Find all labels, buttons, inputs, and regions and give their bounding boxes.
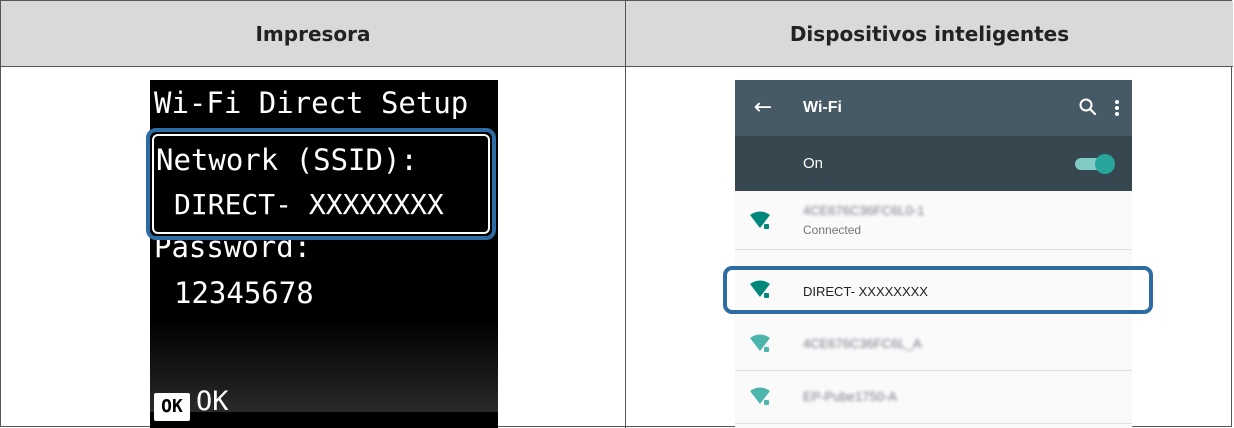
direct-network-highlight [723,266,1153,314]
network-status: Connected [803,223,862,237]
network-name: 4CE676C36FC6L0-1 [803,203,925,218]
arrow-left-icon[interactable]: ← [749,94,777,122]
lcd-ok-label: OK [196,386,229,417]
wifi-signal-icon [750,334,770,352]
header-smart-devices: Dispositivos inteligentes [789,22,1070,46]
toggle-thumb [1095,154,1115,174]
network-row[interactable]: EP-Pube1750-A [735,371,1132,423]
lcd-ssid-label: Network (SSID): [156,143,418,177]
app-title: Wi-Fi [803,99,842,116]
header-printer: Impresora [255,22,371,46]
row-divider [735,423,1132,424]
more-vert-icon[interactable] [1110,94,1124,122]
app-bar: ← Wi-Fi [735,80,1132,136]
wifi-signal-icon [750,211,770,229]
search-icon[interactable] [1077,96,1099,118]
network-name: EP-Pube1750-A [803,389,897,404]
lcd-title: Wi-Fi Direct Setup [154,86,469,120]
lcd-password-value: 12345678 [174,276,314,310]
wifi-toggle-switch[interactable] [1073,154,1115,174]
lcd-ssid-value: DIRECT- XXXXXXXX [174,188,444,221]
wifi-toggle-bar: On [735,136,1132,191]
network-row[interactable]: 4CE676C36FC6L0-1 Connected [735,191,1132,243]
ok-key-icon: OK [154,393,190,421]
network-name: 4CE676C36FC6L_A [803,336,922,351]
phone-wifi-screen: ← Wi-Fi On 4CE676C36FC6L0-1 Connected DI… [735,80,1132,428]
row-divider [735,249,1132,250]
table-header-row: Impresora Dispositivos inteligentes [1,1,1233,67]
toggle-label: On [803,155,824,172]
column-divider [625,1,626,428]
wifi-signal-icon [750,387,770,405]
network-row[interactable]: 4CE676C36FC6L_A [735,318,1132,370]
